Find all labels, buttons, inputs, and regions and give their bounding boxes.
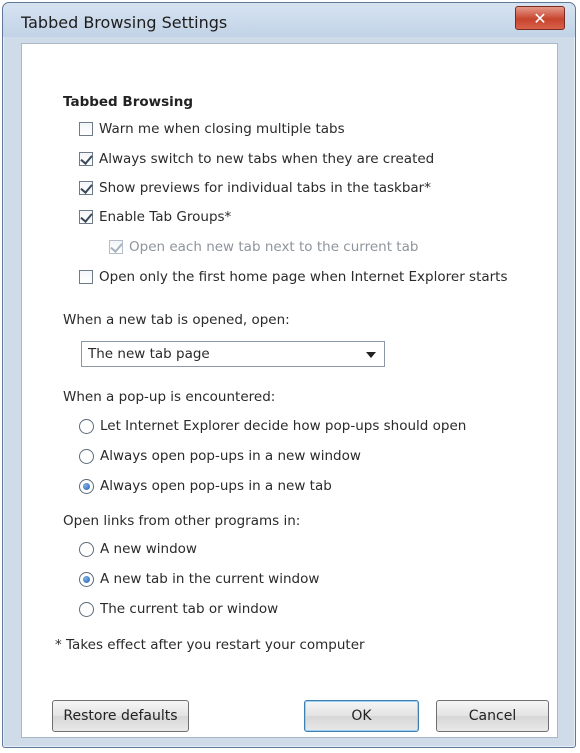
checkbox-tab-groups[interactable]: Enable Tab Groups* — [79, 209, 231, 225]
dropdown-value: The new tab page — [88, 346, 210, 362]
radio-popup-ie-decide[interactable]: Let Internet Explorer decide how pop-ups… — [79, 418, 466, 434]
new-tab-label: When a new tab is opened, open: — [63, 312, 290, 328]
checkbox-warn-closing[interactable]: Warn me when closing multiple tabs — [79, 121, 345, 137]
new-tab-dropdown[interactable]: The new tab page — [81, 341, 385, 367]
checkbox-box[interactable] — [79, 122, 93, 136]
checkbox-box[interactable] — [79, 152, 93, 166]
radio-label: A new tab in the current window — [100, 571, 320, 587]
close-icon: ✕ — [533, 8, 547, 28]
radio-popup-new-window[interactable]: Always open pop-ups in a new window — [79, 448, 361, 464]
radio-button[interactable] — [79, 478, 94, 494]
dialog-title: Tabbed Browsing Settings — [21, 13, 228, 32]
radio-links-new-tab[interactable]: A new tab in the current window — [79, 571, 319, 587]
open-links-label: Open links from other programs in: — [63, 513, 301, 529]
radio-label: A new window — [100, 541, 197, 557]
checkbox-label: Show previews for individual tabs in the… — [99, 180, 431, 196]
dropdown-arrow-icon[interactable] — [366, 352, 376, 358]
checkbox-taskbar-previews[interactable]: Show previews for individual tabs in the… — [79, 180, 431, 196]
radio-button[interactable] — [79, 571, 94, 587]
checkbox-label: Open only the first home page when Inter… — [99, 269, 508, 285]
checkbox-switch-new-tabs[interactable]: Always switch to new tabs when they are … — [79, 151, 434, 167]
radio-popup-new-tab[interactable]: Always open pop-ups in a new tab — [79, 478, 332, 494]
radio-button[interactable] — [79, 541, 94, 557]
close-button[interactable]: ✕ — [515, 6, 565, 30]
checkbox-label: Always switch to new tabs when they are … — [99, 151, 435, 167]
checkbox-first-home-page[interactable]: Open only the first home page when Inter… — [79, 269, 508, 285]
checkbox-box[interactable] — [79, 181, 93, 195]
title-bar[interactable]: Tabbed Browsing Settings ✕ — [3, 3, 575, 37]
checkbox-box[interactable] — [79, 210, 93, 224]
radio-button[interactable] — [79, 601, 94, 617]
checkbox-label: Open each new tab next to the current ta… — [129, 239, 419, 255]
ok-button[interactable]: OK — [304, 700, 419, 732]
radio-button[interactable] — [79, 448, 94, 464]
tabbed-browsing-heading: Tabbed Browsing — [63, 94, 194, 110]
radio-label: Always open pop-ups in a new tab — [100, 478, 332, 494]
radio-label: Always open pop-ups in a new window — [100, 448, 361, 464]
radio-label: Let Internet Explorer decide how pop-ups… — [100, 418, 467, 434]
restore-defaults-button[interactable]: Restore defaults — [52, 700, 189, 732]
radio-links-current-tab[interactable]: The current tab or window — [79, 601, 278, 617]
checkbox-label: Warn me when closing multiple tabs — [99, 121, 345, 137]
footnote: * Takes effect after you restart your co… — [55, 637, 365, 653]
checkbox-box — [109, 240, 123, 254]
checkbox-label: Enable Tab Groups* — [99, 209, 232, 225]
settings-dialog: Tabbed Browsing Settings ✕ Tabbed Browsi… — [2, 2, 576, 748]
checkbox-open-next-to-current: Open each new tab next to the current ta… — [109, 239, 418, 255]
radio-links-new-window[interactable]: A new window — [79, 541, 197, 557]
radio-button[interactable] — [79, 418, 94, 434]
checkbox-box[interactable] — [79, 270, 93, 284]
radio-label: The current tab or window — [100, 601, 279, 617]
popup-label: When a pop-up is encountered: — [63, 389, 276, 405]
cancel-button[interactable]: Cancel — [436, 700, 549, 732]
dialog-body: Tabbed Browsing Warn me when closing mul… — [21, 43, 558, 738]
